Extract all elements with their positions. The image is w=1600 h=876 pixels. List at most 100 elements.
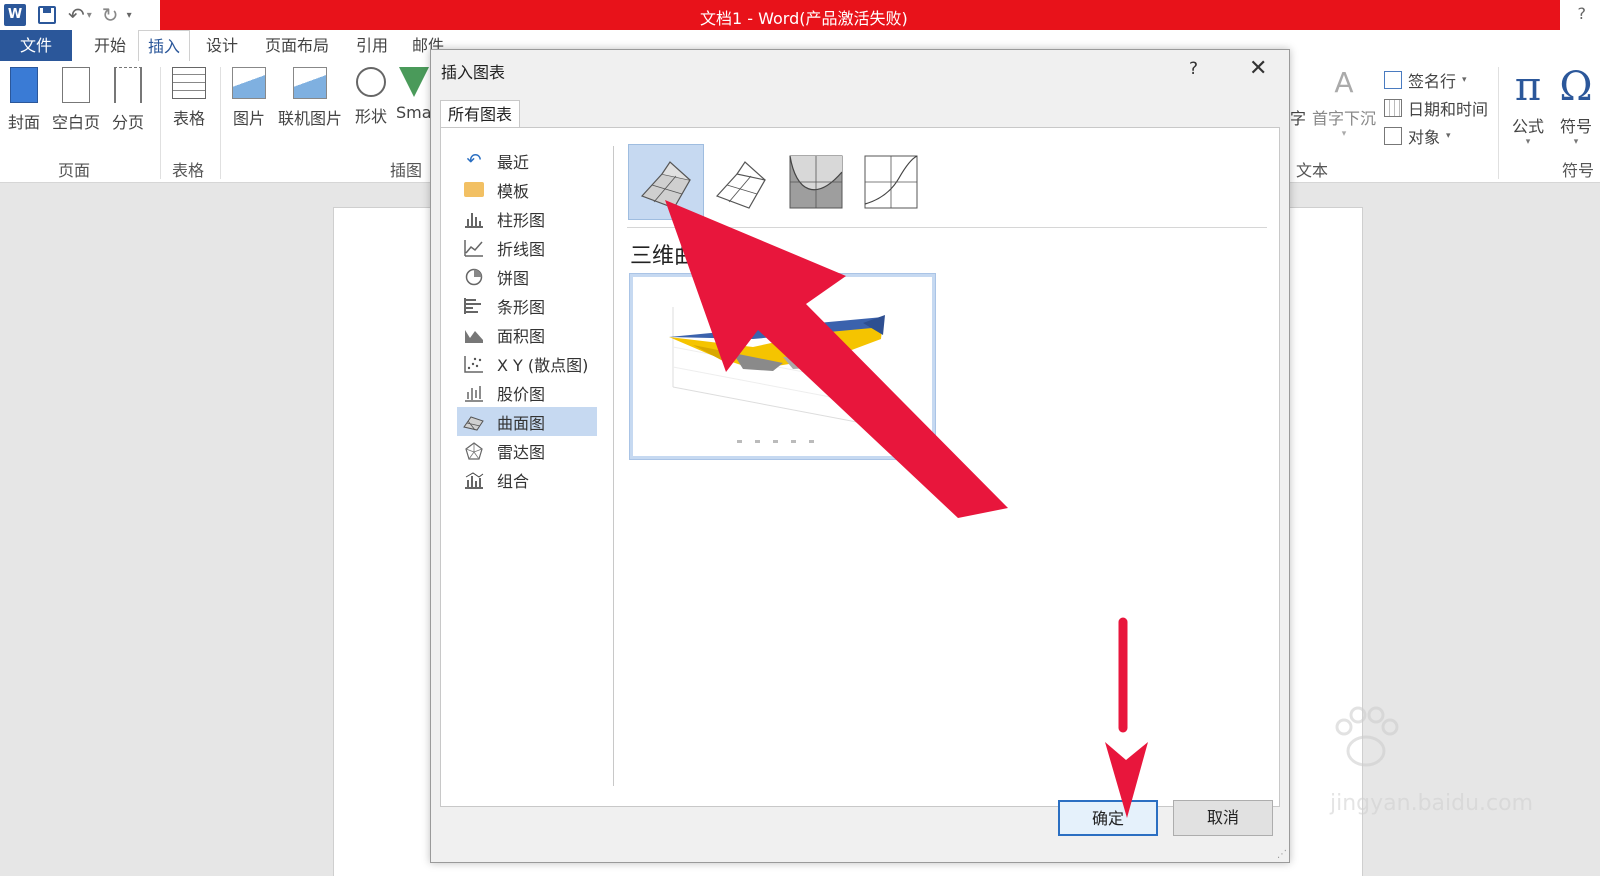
group-illustrations-label: 插图 bbox=[390, 161, 423, 180]
wordart-button[interactable]: 字 bbox=[1288, 67, 1308, 129]
drop-cap-icon: A bbox=[1334, 66, 1354, 99]
subtype-3d-surface[interactable] bbox=[628, 144, 704, 220]
ribbon-divider bbox=[160, 67, 161, 179]
area-chart-icon bbox=[465, 329, 483, 343]
surface-chart-icon bbox=[463, 415, 484, 431]
category-label: 最近 bbox=[497, 152, 530, 172]
online-picture-button[interactable]: 联机图片 bbox=[274, 67, 346, 129]
undo-dropdown-icon[interactable]: ▾ bbox=[87, 10, 92, 21]
group-text-label: 文本 bbox=[1296, 161, 1329, 180]
3d-surface-icon bbox=[640, 161, 691, 209]
online-picture-icon bbox=[293, 67, 327, 99]
table-icon bbox=[172, 67, 206, 99]
category-recent[interactable]: ↶ 最近 bbox=[457, 146, 597, 175]
ribbon-divider bbox=[220, 67, 221, 179]
customize-toolbar-icon[interactable]: ▾ bbox=[127, 10, 132, 21]
dialog-help-button[interactable]: ? bbox=[1189, 59, 1198, 79]
category-label: 模板 bbox=[497, 181, 530, 201]
table-button[interactable]: 表格 bbox=[168, 67, 210, 129]
subtype-wireframe-contour[interactable] bbox=[853, 144, 929, 220]
chart-panel: ↶ 最近 模板 柱形图 折线图 饼图 条形图 面积图 X Y (散点图) 股价图… bbox=[440, 127, 1280, 807]
table-label: 表格 bbox=[172, 109, 205, 128]
smartart-button[interactable]: Sma bbox=[396, 67, 432, 122]
wordart-icon bbox=[1293, 67, 1303, 99]
tab-all-charts[interactable]: 所有图表 bbox=[440, 100, 520, 128]
tab-design[interactable]: 设计 bbox=[198, 30, 246, 61]
tab-insert[interactable]: 插入 bbox=[138, 30, 190, 62]
cover-page-label: 封面 bbox=[7, 113, 40, 132]
chart-category-list: ↶ 最近 模板 柱形图 折线图 饼图 条形图 面积图 X Y (散点图) 股价图… bbox=[457, 146, 597, 494]
category-label: 股价图 bbox=[497, 384, 546, 404]
pie-chart-icon bbox=[465, 268, 483, 285]
shapes-icon bbox=[356, 67, 386, 97]
online-picture-label: 联机图片 bbox=[277, 109, 342, 128]
category-bar[interactable]: 条形图 bbox=[457, 291, 597, 320]
category-area[interactable]: 面积图 bbox=[457, 320, 597, 349]
category-scatter[interactable]: X Y (散点图) bbox=[457, 349, 597, 378]
chart-preview bbox=[629, 273, 936, 460]
help-button[interactable]: ? bbox=[1578, 4, 1587, 23]
stock-chart-icon bbox=[465, 385, 483, 402]
chart-preview-image bbox=[669, 307, 885, 443]
tab-home[interactable]: 开始 bbox=[84, 30, 136, 61]
tab-references[interactable]: 引用 bbox=[348, 30, 396, 61]
tab-file[interactable]: 文件 bbox=[0, 30, 72, 61]
object-button[interactable]: 对象 ▾ bbox=[1384, 124, 1451, 148]
drop-cap-label: 首字下沉 bbox=[1311, 109, 1376, 128]
category-column[interactable]: 柱形图 bbox=[457, 204, 597, 233]
ok-button[interactable]: 确定 bbox=[1058, 800, 1158, 836]
symbol-button[interactable]: Ω 符号 ▾ bbox=[1556, 67, 1596, 147]
combo-chart-icon bbox=[465, 471, 484, 489]
picture-button[interactable]: 图片 bbox=[228, 67, 270, 129]
category-label: X Y (散点图) bbox=[497, 355, 589, 375]
cover-page-button[interactable]: 封面 bbox=[4, 67, 44, 133]
object-dropdown-icon: ▾ bbox=[1446, 131, 1451, 141]
shapes-button[interactable]: 形状 bbox=[350, 67, 392, 127]
folder-icon bbox=[464, 182, 484, 197]
resize-grip-icon[interactable]: ⋰ bbox=[1277, 849, 1287, 860]
signature-icon bbox=[1384, 71, 1402, 89]
save-icon[interactable] bbox=[38, 6, 56, 24]
category-label: 曲面图 bbox=[497, 413, 546, 433]
title-bar: W ↶ ▾ ↻ ▾ 文档1 - Word(产品激活失败) ? bbox=[0, 0, 1600, 30]
category-combo[interactable]: 组合 bbox=[457, 465, 597, 494]
category-stock[interactable]: 股价图 bbox=[457, 378, 597, 407]
page-break-label: 分页 bbox=[111, 113, 144, 132]
smartart-label: Sma bbox=[396, 103, 432, 122]
subtype-contour[interactable] bbox=[778, 144, 854, 220]
signature-line-button[interactable]: 签名行 ▾ bbox=[1384, 68, 1467, 92]
omega-icon: Ω bbox=[1559, 64, 1593, 110]
category-surface[interactable]: 曲面图 bbox=[457, 407, 597, 436]
blank-page-icon bbox=[62, 67, 90, 103]
undo-icon[interactable]: ↶ bbox=[68, 3, 85, 27]
category-templates[interactable]: 模板 bbox=[457, 175, 597, 204]
picture-label: 图片 bbox=[232, 109, 265, 128]
ribbon-divider bbox=[1498, 67, 1499, 179]
object-icon bbox=[1384, 127, 1402, 145]
watermark: jingyan.baidu.com bbox=[1230, 705, 1534, 835]
equation-button[interactable]: π 公式 ▾ bbox=[1506, 67, 1550, 147]
blank-page-button[interactable]: 空白页 bbox=[50, 67, 102, 133]
cover-page-icon bbox=[10, 67, 38, 103]
category-pie[interactable]: 饼图 bbox=[457, 262, 597, 291]
category-label: 面积图 bbox=[497, 326, 546, 346]
category-label: 条形图 bbox=[497, 297, 546, 317]
tab-layout[interactable]: 页面布局 bbox=[256, 30, 338, 61]
category-line[interactable]: 折线图 bbox=[457, 233, 597, 262]
page-break-button[interactable]: 分页 bbox=[108, 67, 148, 133]
calendar-icon bbox=[1384, 99, 1402, 117]
close-icon[interactable]: ✕ bbox=[1249, 56, 1267, 81]
scatter-chart-icon bbox=[464, 355, 483, 373]
line-chart-icon bbox=[464, 239, 483, 257]
category-radar[interactable]: 雷达图 bbox=[457, 436, 597, 465]
wireframe-contour-icon bbox=[864, 155, 918, 209]
subtype-wireframe-3d-surface[interactable] bbox=[703, 144, 779, 220]
subtype-name: 三维曲面 bbox=[630, 244, 719, 269]
recent-icon: ↶ bbox=[466, 150, 482, 171]
watermark-url: jingyan.baidu.com bbox=[1330, 791, 1534, 816]
redo-icon[interactable]: ↻ bbox=[102, 3, 119, 27]
drop-cap-button[interactable]: A 首字下沉 ▾ bbox=[1308, 66, 1380, 140]
pi-icon: π bbox=[1514, 64, 1542, 110]
date-time-button[interactable]: 日期和时间 bbox=[1384, 96, 1488, 120]
category-label: 雷达图 bbox=[497, 442, 546, 462]
